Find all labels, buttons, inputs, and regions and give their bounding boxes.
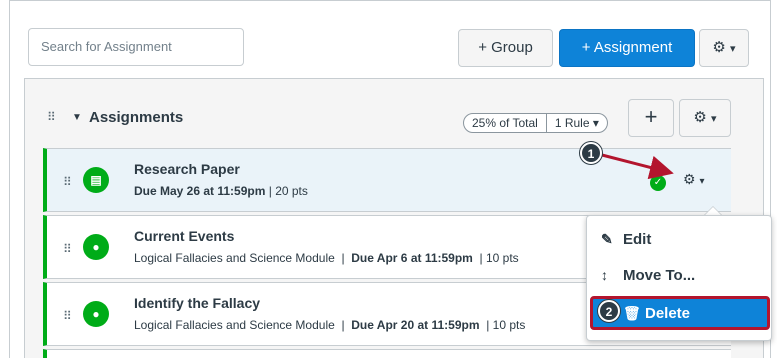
drag-handle-icon[interactable]: ⠿ xyxy=(63,175,72,189)
assignment-title[interactable]: Research Paper xyxy=(134,161,240,177)
search-input[interactable]: Search for Assignment xyxy=(28,28,244,66)
add-assignment-button[interactable]: + Assignment xyxy=(559,29,695,67)
assignment-meta: Due May 26 at 11:59pm | 20 pts xyxy=(134,184,308,198)
discussion-icon: ● xyxy=(83,234,109,260)
chevron-down-icon: ▾ xyxy=(730,43,736,55)
chevron-down-icon: ▾ xyxy=(711,113,717,125)
trash-icon: 🗑 xyxy=(623,305,641,321)
add-assignment-to-group-button[interactable]: + xyxy=(628,99,674,137)
pencil-icon: ✎ xyxy=(601,231,613,247)
table-row xyxy=(43,349,731,358)
assignment-settings-menu: ✎ Edit ↕ Move To... 🗑 Delete xyxy=(586,215,772,341)
published-check-icon[interactable]: ✓ xyxy=(650,175,666,191)
menu-item-move-to[interactable]: ↕ Move To... xyxy=(587,260,771,290)
assignment-title[interactable]: Current Events xyxy=(134,228,234,244)
page-settings-button[interactable]: ⚙ ▾ xyxy=(699,29,749,67)
menu-item-edit[interactable]: ✎ Edit xyxy=(587,224,771,254)
assignment-settings-button[interactable]: ⚙ ▾ xyxy=(683,171,704,188)
step-callout-2: 2 xyxy=(598,300,620,322)
table-row[interactable]: ⠿ ▤ Research Paper Due May 26 at 11:59pm… xyxy=(43,148,731,212)
group-title: Assignments xyxy=(89,109,184,126)
drag-handle-icon[interactable]: ⠿ xyxy=(63,242,72,256)
assignment-title[interactable]: Identify the Fallacy xyxy=(134,295,260,311)
group-rules[interactable]: 1 Rule ▾ xyxy=(547,114,607,132)
group-weight-pill[interactable]: 25% of Total 1 Rule ▾ xyxy=(463,113,608,133)
discussion-icon: ● xyxy=(83,301,109,327)
gear-icon: ⚙ xyxy=(712,39,726,56)
gear-icon: ⚙ xyxy=(693,109,707,126)
add-group-button[interactable]: + Group xyxy=(458,29,553,67)
group-weight: 25% of Total xyxy=(464,114,547,132)
move-arrows-icon: ↕ xyxy=(601,267,608,283)
assignment-meta: Logical Fallacies and Science Module | D… xyxy=(134,251,519,265)
step-callout-1: 1 xyxy=(580,142,602,164)
collapse-caret-icon[interactable]: ▼ xyxy=(72,112,82,123)
assignment-meta: Logical Fallacies and Science Module | D… xyxy=(134,318,526,332)
group-settings-button[interactable]: ⚙ ▾ xyxy=(679,99,731,137)
assignment-icon: ▤ xyxy=(83,167,109,193)
drag-handle-icon[interactable]: ⠿ xyxy=(47,110,56,124)
drag-handle-icon[interactable]: ⠿ xyxy=(63,309,72,323)
